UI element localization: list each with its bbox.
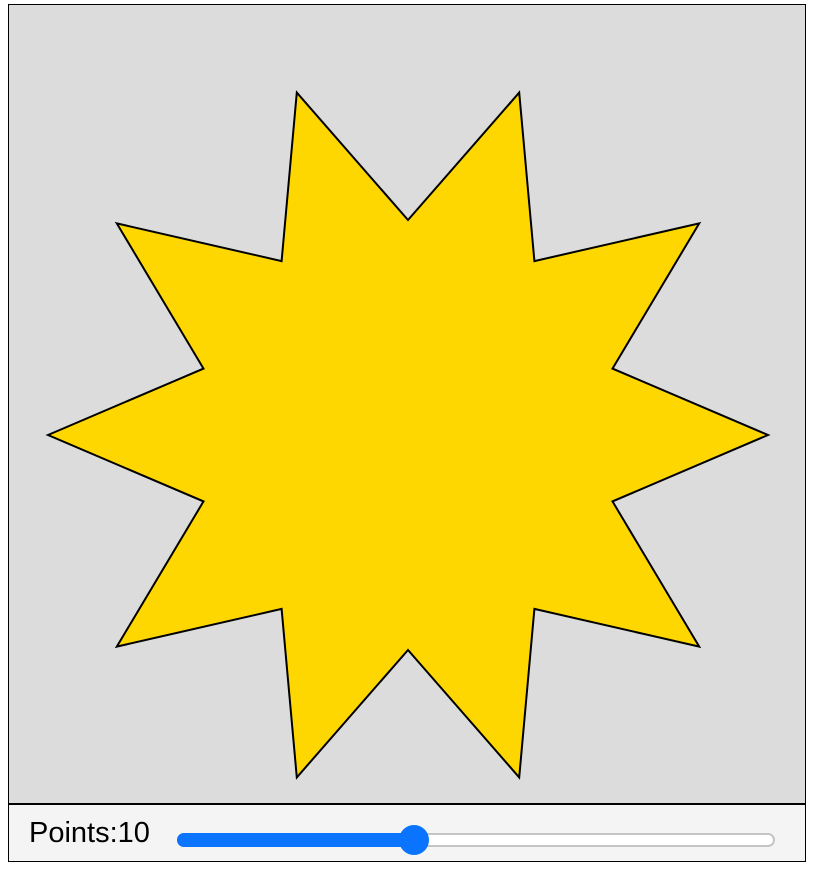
controls-panel: Points:10 — [9, 805, 805, 861]
points-label: Points:10 — [29, 816, 150, 850]
points-label-text: Points: — [29, 817, 118, 849]
star-canvas — [9, 5, 805, 805]
slider-fill — [177, 833, 414, 847]
points-value: 10 — [117, 817, 150, 849]
app-frame: Points:10 — [8, 4, 806, 862]
slider-thumb[interactable] — [398, 825, 429, 855]
star-svg — [9, 5, 805, 803]
points-slider[interactable] — [177, 825, 775, 855]
